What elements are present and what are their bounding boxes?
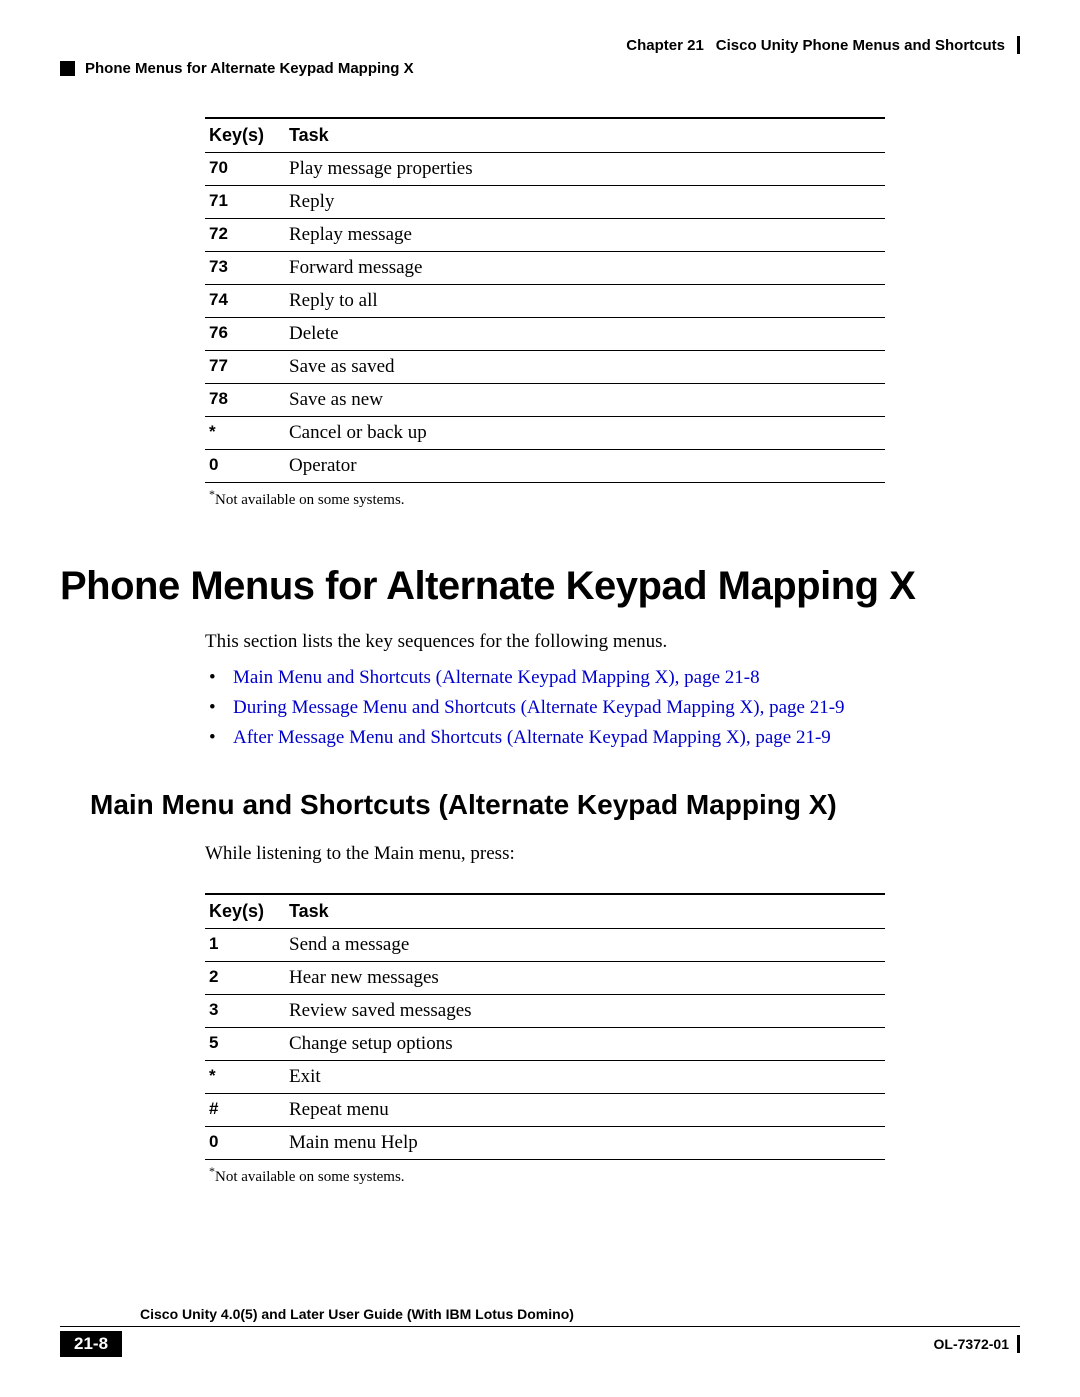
chapter-title: Cisco Unity Phone Menus and Shortcuts [716,37,1005,54]
key-cell: 0 [205,450,285,483]
table-row: 3Review saved messages [205,995,885,1028]
section-link[interactable]: During Message Menu and Shortcuts (Alter… [205,697,940,719]
header-bar-icon [1017,36,1020,54]
table-row: 0Main menu Help [205,1127,885,1160]
table1-footnote: *Not available on some systems. [205,483,940,509]
key-cell: 5 [205,1028,285,1061]
task-cell: Main menu Help [285,1127,885,1160]
key-cell: 0 [205,1127,285,1160]
section-intro: This section lists the key sequences for… [205,631,940,653]
table-row: 74Reply to all [205,285,885,318]
task-cell: Play message properties [285,153,885,186]
table-row: 71Reply [205,186,885,219]
task-cell: Forward message [285,252,885,285]
col-header-task: Task [285,894,885,929]
key-cell: * [205,417,285,450]
key-cell: 73 [205,252,285,285]
key-cell: 78 [205,384,285,417]
task-cell: Exit [285,1061,885,1094]
task-cell: Operator [285,450,885,483]
page-number: 21-8 [60,1331,122,1357]
key-cell: 76 [205,318,285,351]
table-row: 72Replay message [205,219,885,252]
section-link[interactable]: After Message Menu and Shortcuts (Altern… [205,727,940,749]
key-cell: 3 [205,995,285,1028]
key-cell: 1 [205,929,285,962]
table-row: 73Forward message [205,252,885,285]
task-cell: Repeat menu [285,1094,885,1127]
section-heading: Phone Menus for Alternate Keypad Mapping… [60,564,940,609]
table-row: 5Change setup options [205,1028,885,1061]
task-cell: Delete [285,318,885,351]
key-cell: 2 [205,962,285,995]
key-cell: # [205,1094,285,1127]
subheader-text: Phone Menus for Alternate Keypad Mapping… [85,60,414,77]
subsection-intro: While listening to the Main menu, press: [205,843,940,865]
col-header-keys: Key(s) [205,118,285,153]
shortcuts-table-1: Key(s) Task 70Play message properties 71… [205,117,885,483]
task-cell: Review saved messages [285,995,885,1028]
table-row: *Exit [205,1061,885,1094]
table-row: 2Hear new messages [205,962,885,995]
key-cell: 71 [205,186,285,219]
task-cell: Change setup options [285,1028,885,1061]
task-cell: Replay message [285,219,885,252]
table-row: 70Play message properties [205,153,885,186]
col-header-keys: Key(s) [205,894,285,929]
running-header: Chapter 21 Cisco Unity Phone Menus and S… [60,36,1020,54]
table-row: 0Operator [205,450,885,483]
doc-number: OL-7372-01 [934,1336,1009,1352]
shortcuts-table-2: Key(s) Task 1Send a message 2Hear new me… [205,893,885,1160]
section-link[interactable]: Main Menu and Shortcuts (Alternate Keypa… [205,667,940,689]
page-footer: Cisco Unity 4.0(5) and Later User Guide … [60,1306,1020,1357]
task-cell: Save as saved [285,351,885,384]
section-link-list: Main Menu and Shortcuts (Alternate Keypa… [205,667,940,749]
table-row: *Cancel or back up [205,417,885,450]
table-row: 1Send a message [205,929,885,962]
task-cell: Save as new [285,384,885,417]
task-cell: Send a message [285,929,885,962]
key-cell: 72 [205,219,285,252]
table-row: 78Save as new [205,384,885,417]
square-bullet-icon [60,61,75,76]
table-row: 76Delete [205,318,885,351]
task-cell: Reply to all [285,285,885,318]
chapter-label: Chapter 21 [626,37,704,54]
task-cell: Cancel or back up [285,417,885,450]
table-row: 77Save as saved [205,351,885,384]
task-cell: Reply [285,186,885,219]
key-cell: 74 [205,285,285,318]
footer-bar-icon [1017,1335,1020,1353]
table-row: #Repeat menu [205,1094,885,1127]
key-cell: 77 [205,351,285,384]
task-cell: Hear new messages [285,962,885,995]
key-cell: * [205,1061,285,1094]
running-subheader: Phone Menus for Alternate Keypad Mapping… [60,60,1020,77]
footer-guide-title: Cisco Unity 4.0(5) and Later User Guide … [140,1306,574,1322]
table2-footnote: *Not available on some systems. [205,1160,940,1186]
subsection-heading: Main Menu and Shortcuts (Alternate Keypa… [90,789,940,821]
key-cell: 70 [205,153,285,186]
col-header-task: Task [285,118,885,153]
